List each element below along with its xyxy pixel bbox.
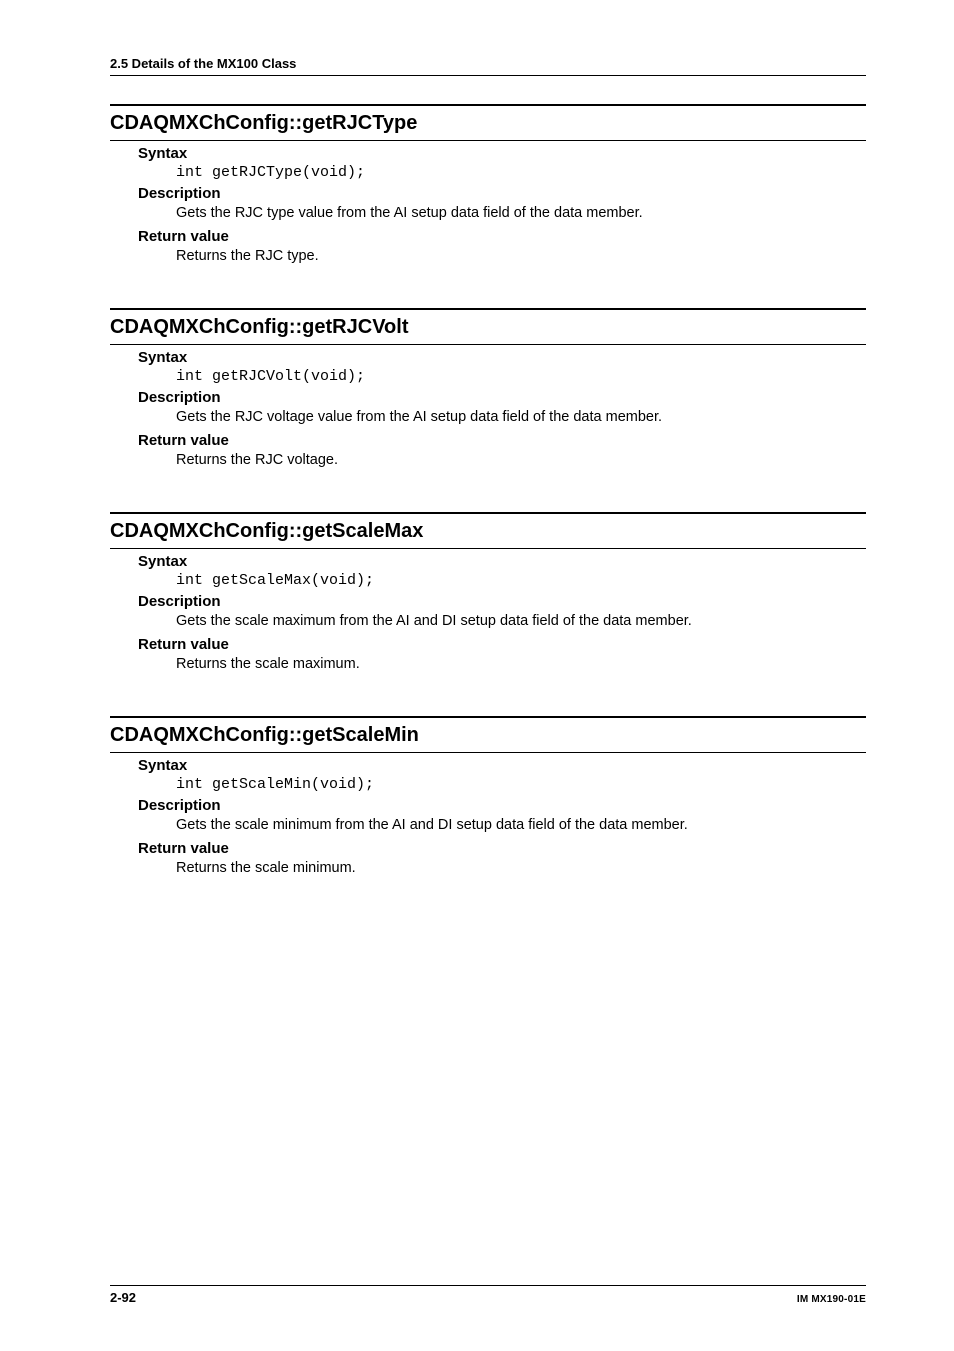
code-line: int getScaleMin(void); [176, 776, 866, 793]
body-text: Returns the RJC type. [176, 247, 866, 267]
page-header: 2.5 Details of the MX100 Class [110, 56, 866, 76]
sub-heading: Syntax [138, 145, 866, 162]
body-text: Returns the scale maximum. [176, 655, 866, 675]
sub-heading: Description [138, 389, 866, 406]
sub-heading: Return value [138, 840, 866, 857]
breadcrumb-text: 2.5 Details of the MX100 Class [110, 56, 296, 71]
section-title: CDAQMXChConfig::getScaleMax [110, 512, 866, 549]
sub-heading: Return value [138, 432, 866, 449]
section-title: CDAQMXChConfig::getScaleMin [110, 716, 866, 753]
document-id: IM MX190-01E [797, 1294, 866, 1305]
body-text: Returns the RJC voltage. [176, 451, 866, 471]
sub-heading: Syntax [138, 757, 866, 774]
api-section: CDAQMXChConfig::getScaleMaxSyntaxint get… [110, 512, 866, 674]
sub-heading: Syntax [138, 553, 866, 570]
page-number: 2-92 [110, 1290, 136, 1305]
code-line: int getScaleMax(void); [176, 572, 866, 589]
api-section: CDAQMXChConfig::getRJCVoltSyntaxint getR… [110, 308, 866, 470]
sub-heading: Description [138, 797, 866, 814]
body-text: Gets the RJC voltage value from the AI s… [176, 408, 866, 428]
code-line: int getRJCVolt(void); [176, 368, 866, 385]
sub-heading: Description [138, 185, 866, 202]
section-title: CDAQMXChConfig::getRJCType [110, 104, 866, 141]
body-text: Gets the scale maximum from the AI and D… [176, 612, 866, 632]
sub-heading: Description [138, 593, 866, 610]
code-line: int getRJCType(void); [176, 164, 866, 181]
page-footer: 2-92 IM MX190-01E [110, 1285, 866, 1305]
body-text: Gets the scale minimum from the AI and D… [176, 816, 866, 836]
body-text: Returns the scale minimum. [176, 859, 866, 879]
sub-heading: Return value [138, 636, 866, 653]
body-text: Gets the RJC type value from the AI setu… [176, 204, 866, 224]
section-title: CDAQMXChConfig::getRJCVolt [110, 308, 866, 345]
api-section: CDAQMXChConfig::getRJCTypeSyntaxint getR… [110, 104, 866, 266]
sub-heading: Syntax [138, 349, 866, 366]
api-section: CDAQMXChConfig::getScaleMinSyntaxint get… [110, 716, 866, 878]
sub-heading: Return value [138, 228, 866, 245]
